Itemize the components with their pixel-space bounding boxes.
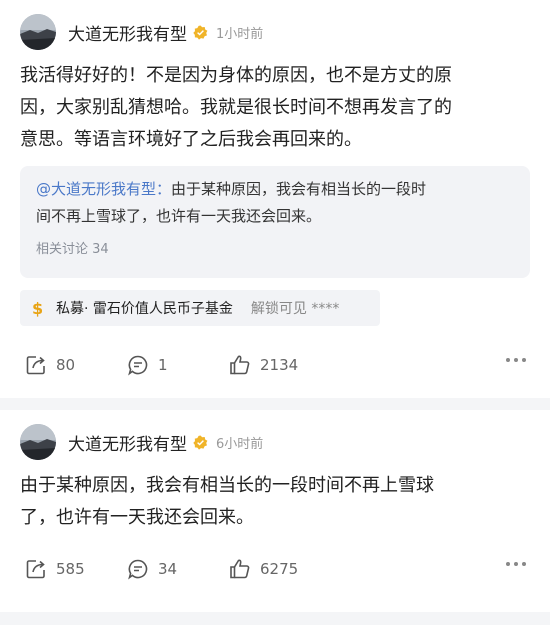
author-name[interactable]: 大道无形我有型 <box>68 20 187 45</box>
like-button[interactable]: 6275 <box>228 557 330 581</box>
dollar-icon: $ <box>32 298 44 318</box>
action-bar: 80 1 2134 <box>24 350 534 380</box>
unlock-hint: 解锁可见 **** <box>250 301 340 317</box>
like-count: 6275 <box>260 560 299 578</box>
repost-icon <box>26 560 45 579</box>
post-time: 6小时前 <box>216 436 264 452</box>
repost-count: 585 <box>56 560 85 578</box>
like-count: 2134 <box>260 356 299 374</box>
body-line: 我活得好好的！不是因为身体的原因，也不是方丈的原 <box>20 65 452 86</box>
body-line: 意思。等语言环境好了之后我会再回来的。 <box>20 129 362 150</box>
comment-count: 34 <box>158 560 178 578</box>
post-card[interactable]: 大道无形我有型 1小时前 我活得好好的！不是因为身体的原因，也不是方丈的原 因，… <box>0 0 550 398</box>
like-icon <box>230 355 250 375</box>
avatar[interactable] <box>20 424 56 460</box>
quoted-text-line2: 间不再上雪球了，也许有一天我还会回来。 <box>36 207 322 225</box>
more-icon[interactable] <box>506 358 526 362</box>
repost-icon <box>26 356 45 375</box>
comment-button[interactable]: 1 <box>126 353 228 377</box>
repost-button[interactable]: 585 <box>24 557 126 581</box>
author-name[interactable]: 大道无形我有型 <box>68 430 187 455</box>
quoted-post[interactable]: @大道无形我有型：由于某种原因，我会有相当长的一段时 间不再上雪球了，也许有一天… <box>20 166 530 278</box>
action-bar: 585 34 6275 <box>24 554 534 584</box>
body-line: 因，大家别乱猜想哈。我就是很长时间不想再发言了的 <box>20 97 452 118</box>
quoted-text: @大道无形我有型：由于某种原因，我会有相当长的一段时 间不再上雪球了，也许有一天… <box>36 176 514 230</box>
comment-button[interactable]: 34 <box>126 557 228 581</box>
post-body: 由于某种原因，我会有相当长的一段时间不再上雪球 了，也许有一天我还会回来。 <box>20 470 530 534</box>
verified-badge-icon <box>193 435 208 450</box>
verified-badge-icon <box>193 25 208 40</box>
body-line: 了，也许有一天我还会回来。 <box>20 507 254 528</box>
like-icon <box>230 559 250 579</box>
quoted-text-line1: 由于某种原因，我会有相当长的一段时 <box>171 180 427 198</box>
post-header: 大道无形我有型 6小时前 <box>20 422 263 462</box>
post-body: 我活得好好的！不是因为身体的原因，也不是方丈的原 因，大家别乱猜想哈。我就是很长… <box>20 60 530 156</box>
quoted-user-link[interactable]: @大道无形我有型： <box>36 180 171 198</box>
body-line: 由于某种原因，我会有相当长的一段时间不再上雪球 <box>20 475 434 496</box>
post-card[interactable]: 大道无形我有型 6小时前 由于某种原因，我会有相当长的一段时间不再上雪球 了，也… <box>0 410 550 612</box>
comment-count: 1 <box>158 356 168 374</box>
like-button[interactable]: 2134 <box>228 353 330 377</box>
fund-name: 私募· 雷石价值人民币子基金 <box>56 301 233 317</box>
comment-icon <box>128 559 148 580</box>
repost-count: 80 <box>56 356 76 374</box>
avatar[interactable] <box>20 14 56 50</box>
comment-icon <box>128 355 148 376</box>
fund-card[interactable]: $ 私募· 雷石价值人民币子基金 解锁可见 **** <box>20 290 380 326</box>
more-icon[interactable] <box>506 562 526 566</box>
repost-button[interactable]: 80 <box>24 353 126 377</box>
post-header: 大道无形我有型 1小时前 <box>20 12 263 52</box>
post-time: 1小时前 <box>216 26 264 42</box>
related-discussions[interactable]: 相关讨论 34 <box>36 238 514 257</box>
